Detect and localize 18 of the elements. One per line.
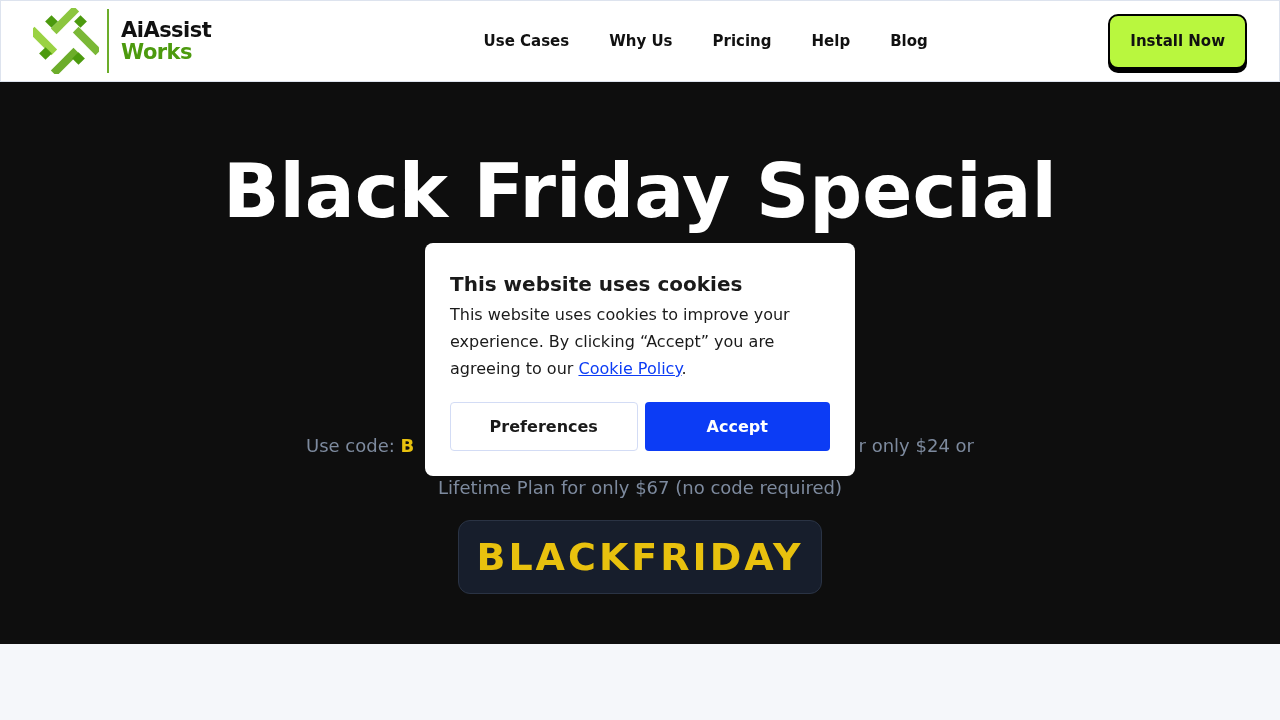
- logo-icon: [33, 8, 99, 74]
- logo-text: AiAssist: [121, 19, 212, 41]
- nav-link[interactable]: Use Cases: [483, 29, 570, 53]
- promo-code: BLACKFRIDAY: [458, 520, 822, 594]
- dialog-text: This website uses cookies to improve your experience. By clicking “Accept” you are agreeing to our Cookie Policy.: [450, 304, 791, 380]
- preferences-button[interactable]: Preferences: [450, 402, 638, 451]
- offer-text: r only $24 or: [858, 434, 974, 458]
- nav-link[interactable]: Why Us: [609, 29, 673, 53]
- hero-title: Black Friday Special: [223, 148, 1057, 234]
- nav-link[interactable]: Blog: [890, 29, 928, 53]
- cookie-policy-link[interactable]: Cookie Policy: [578, 359, 682, 378]
- offer-text: Lifetime Plan for only $67 (no code required): [438, 476, 842, 500]
- accept-button[interactable]: Accept: [644, 402, 830, 451]
- nav-link[interactable]: Pricing: [712, 29, 772, 53]
- logo-text: Works: [121, 41, 194, 63]
- offer-text: Use code: B: [306, 434, 415, 458]
- dialog-title: This website uses cookies: [450, 271, 744, 298]
- nav-link[interactable]: Help: [811, 29, 851, 53]
